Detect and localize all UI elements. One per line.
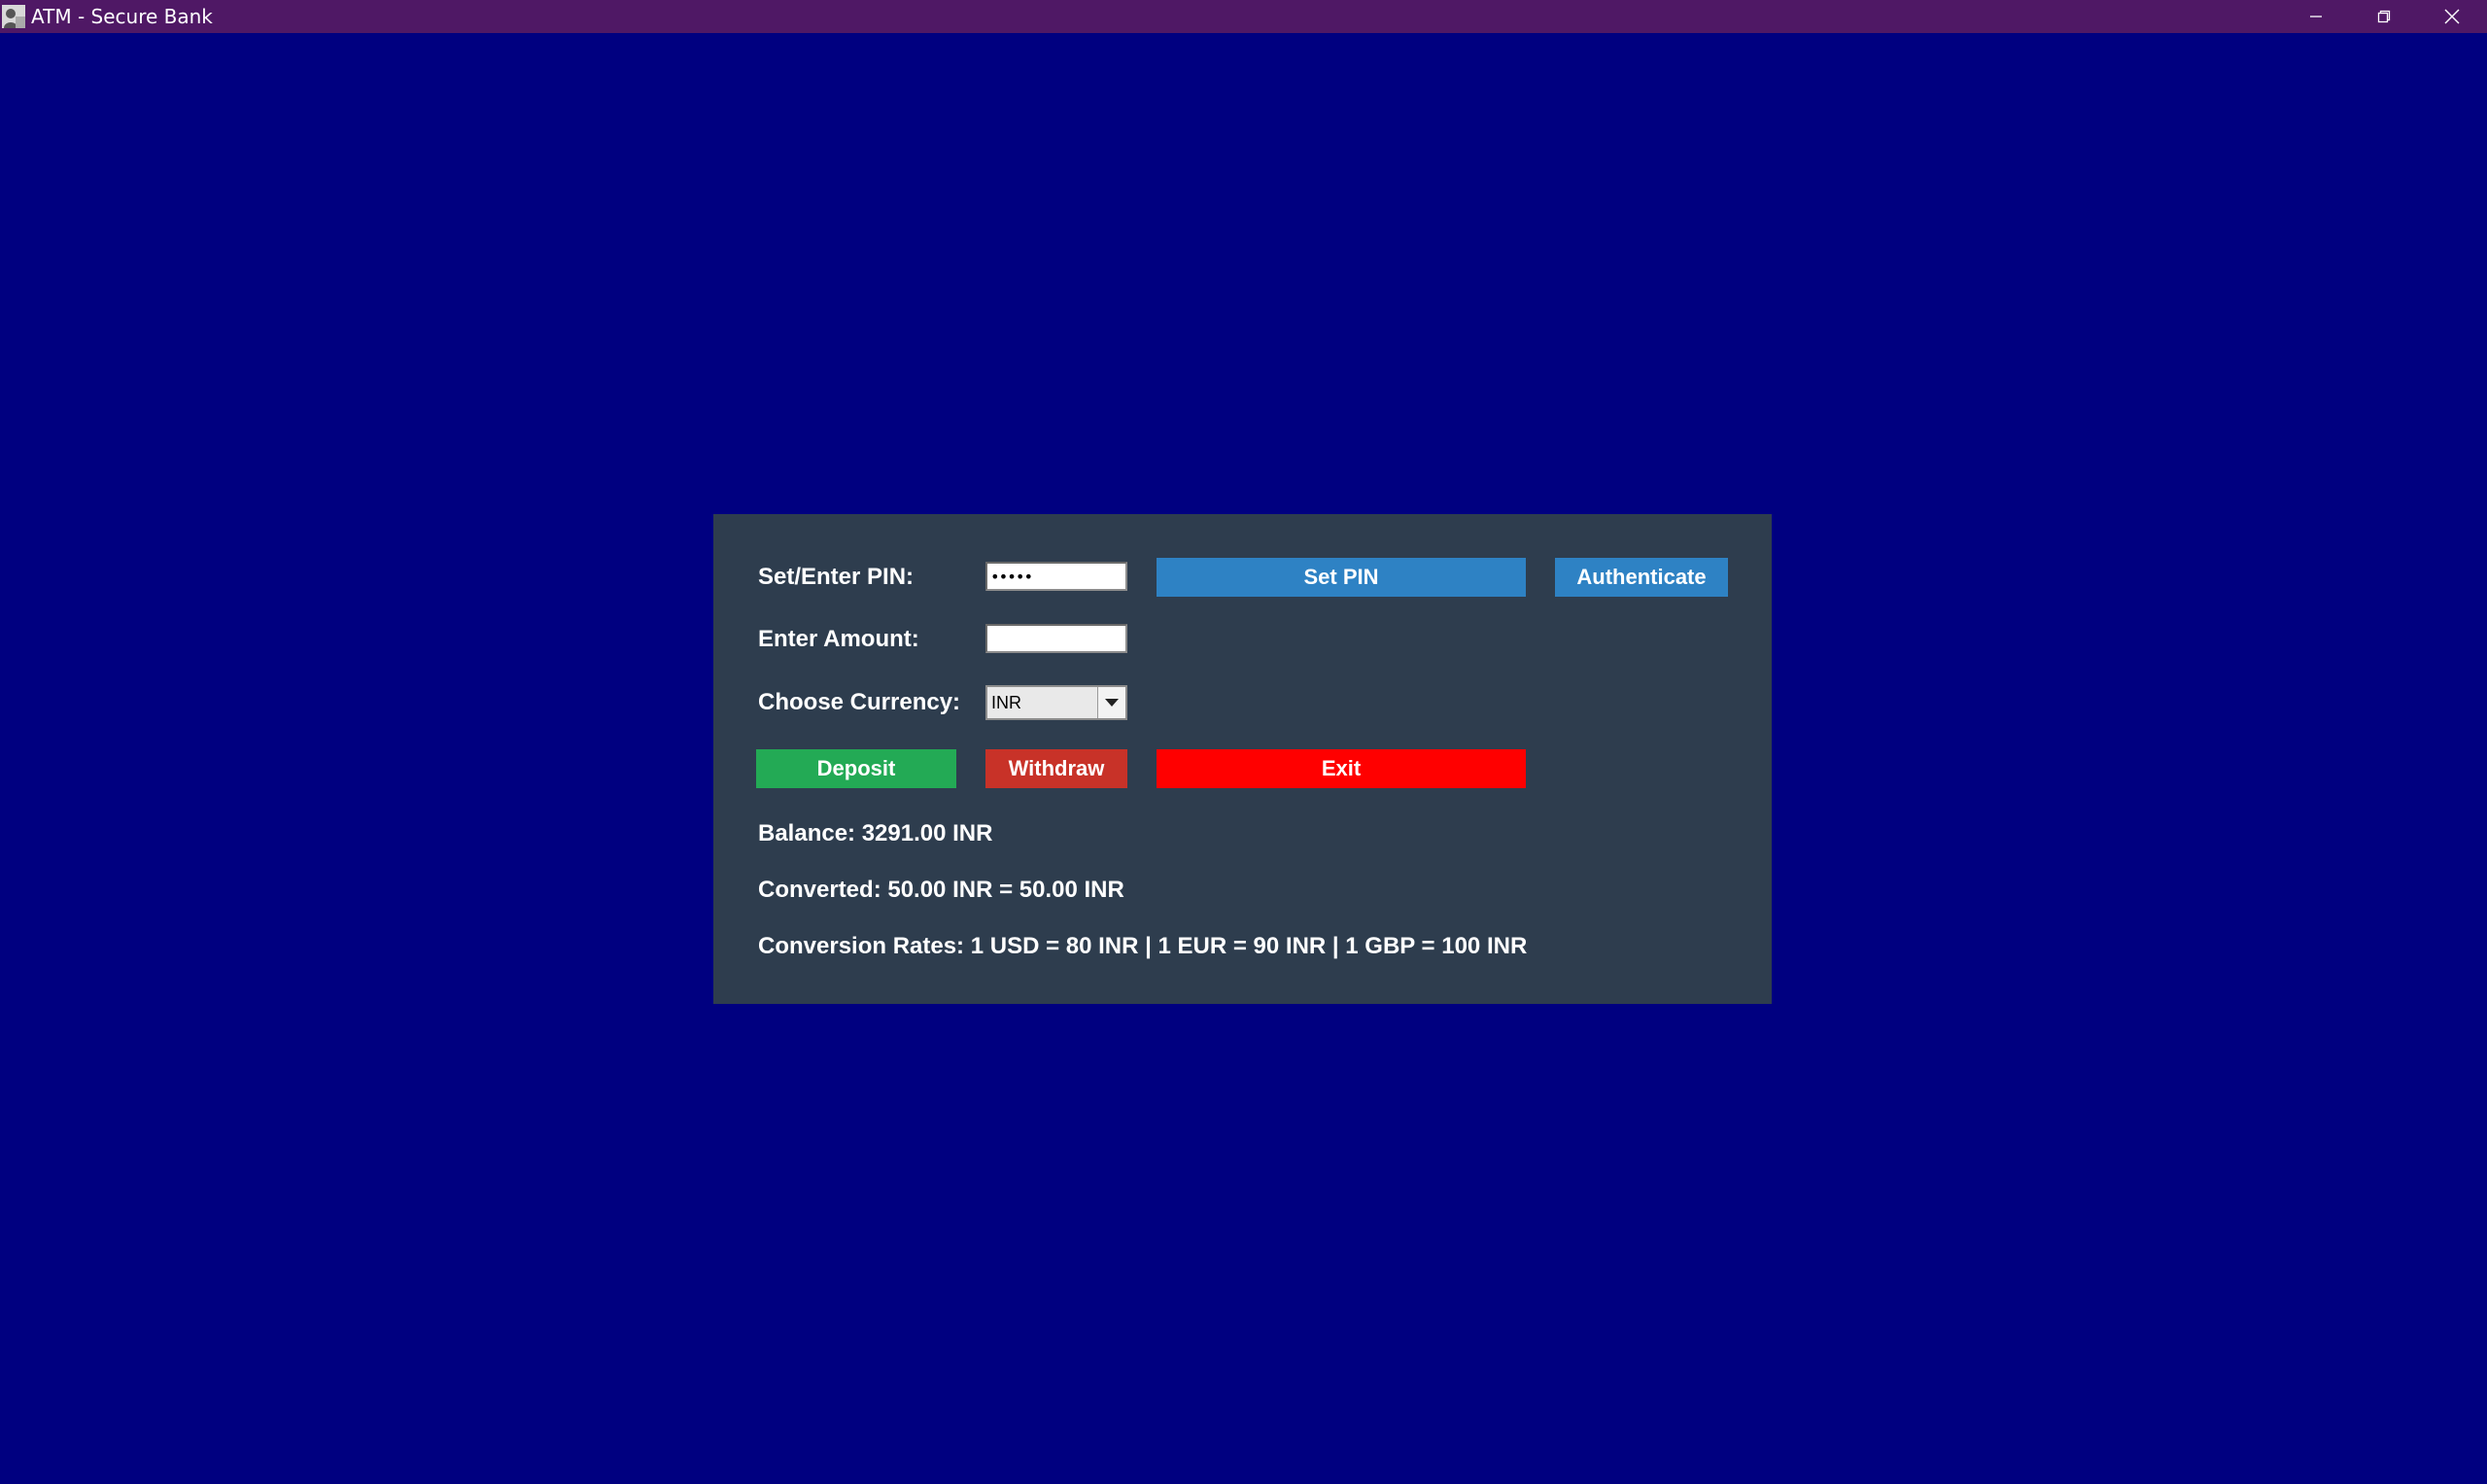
authenticate-button[interactable]: Authenticate xyxy=(1555,558,1728,597)
set-pin-button[interactable]: Set PIN xyxy=(1157,558,1526,597)
currency-label: Choose Currency: xyxy=(758,689,961,715)
close-icon xyxy=(2444,9,2460,24)
close-button[interactable] xyxy=(2418,0,2486,33)
restore-button[interactable] xyxy=(2350,0,2418,33)
window-title: ATM - Secure Bank xyxy=(31,5,213,28)
deposit-button[interactable]: Deposit xyxy=(756,749,956,788)
exit-button[interactable]: Exit xyxy=(1157,749,1526,788)
currency-selected-value: INR xyxy=(991,693,1021,712)
pin-label: Set/Enter PIN: xyxy=(758,564,915,590)
conversion-rates-text: Conversion Rates: 1 USD = 80 INR | 1 EUR… xyxy=(758,933,1528,959)
amount-input[interactable] xyxy=(985,624,1127,653)
amount-label: Enter Amount: xyxy=(758,626,919,652)
pin-input[interactable] xyxy=(985,562,1127,591)
dropdown-arrow[interactable] xyxy=(1097,687,1125,718)
withdraw-button[interactable]: Withdraw xyxy=(985,749,1127,788)
user-avatar-icon xyxy=(2,5,25,28)
minimize-button[interactable] xyxy=(2282,0,2350,33)
restore-icon xyxy=(2377,10,2391,23)
minimize-icon xyxy=(2310,16,2322,17)
converted-text: Converted: 50.00 INR = 50.00 INR xyxy=(758,877,1124,903)
chevron-down-icon xyxy=(1105,699,1119,707)
title-bar: ATM - Secure Bank xyxy=(0,0,2487,33)
currency-select[interactable]: INR xyxy=(985,685,1127,720)
atm-panel: Set/Enter PIN: Set PIN Authenticate Ente… xyxy=(713,514,1772,1004)
balance-text: Balance: 3291.00 INR xyxy=(758,820,993,846)
